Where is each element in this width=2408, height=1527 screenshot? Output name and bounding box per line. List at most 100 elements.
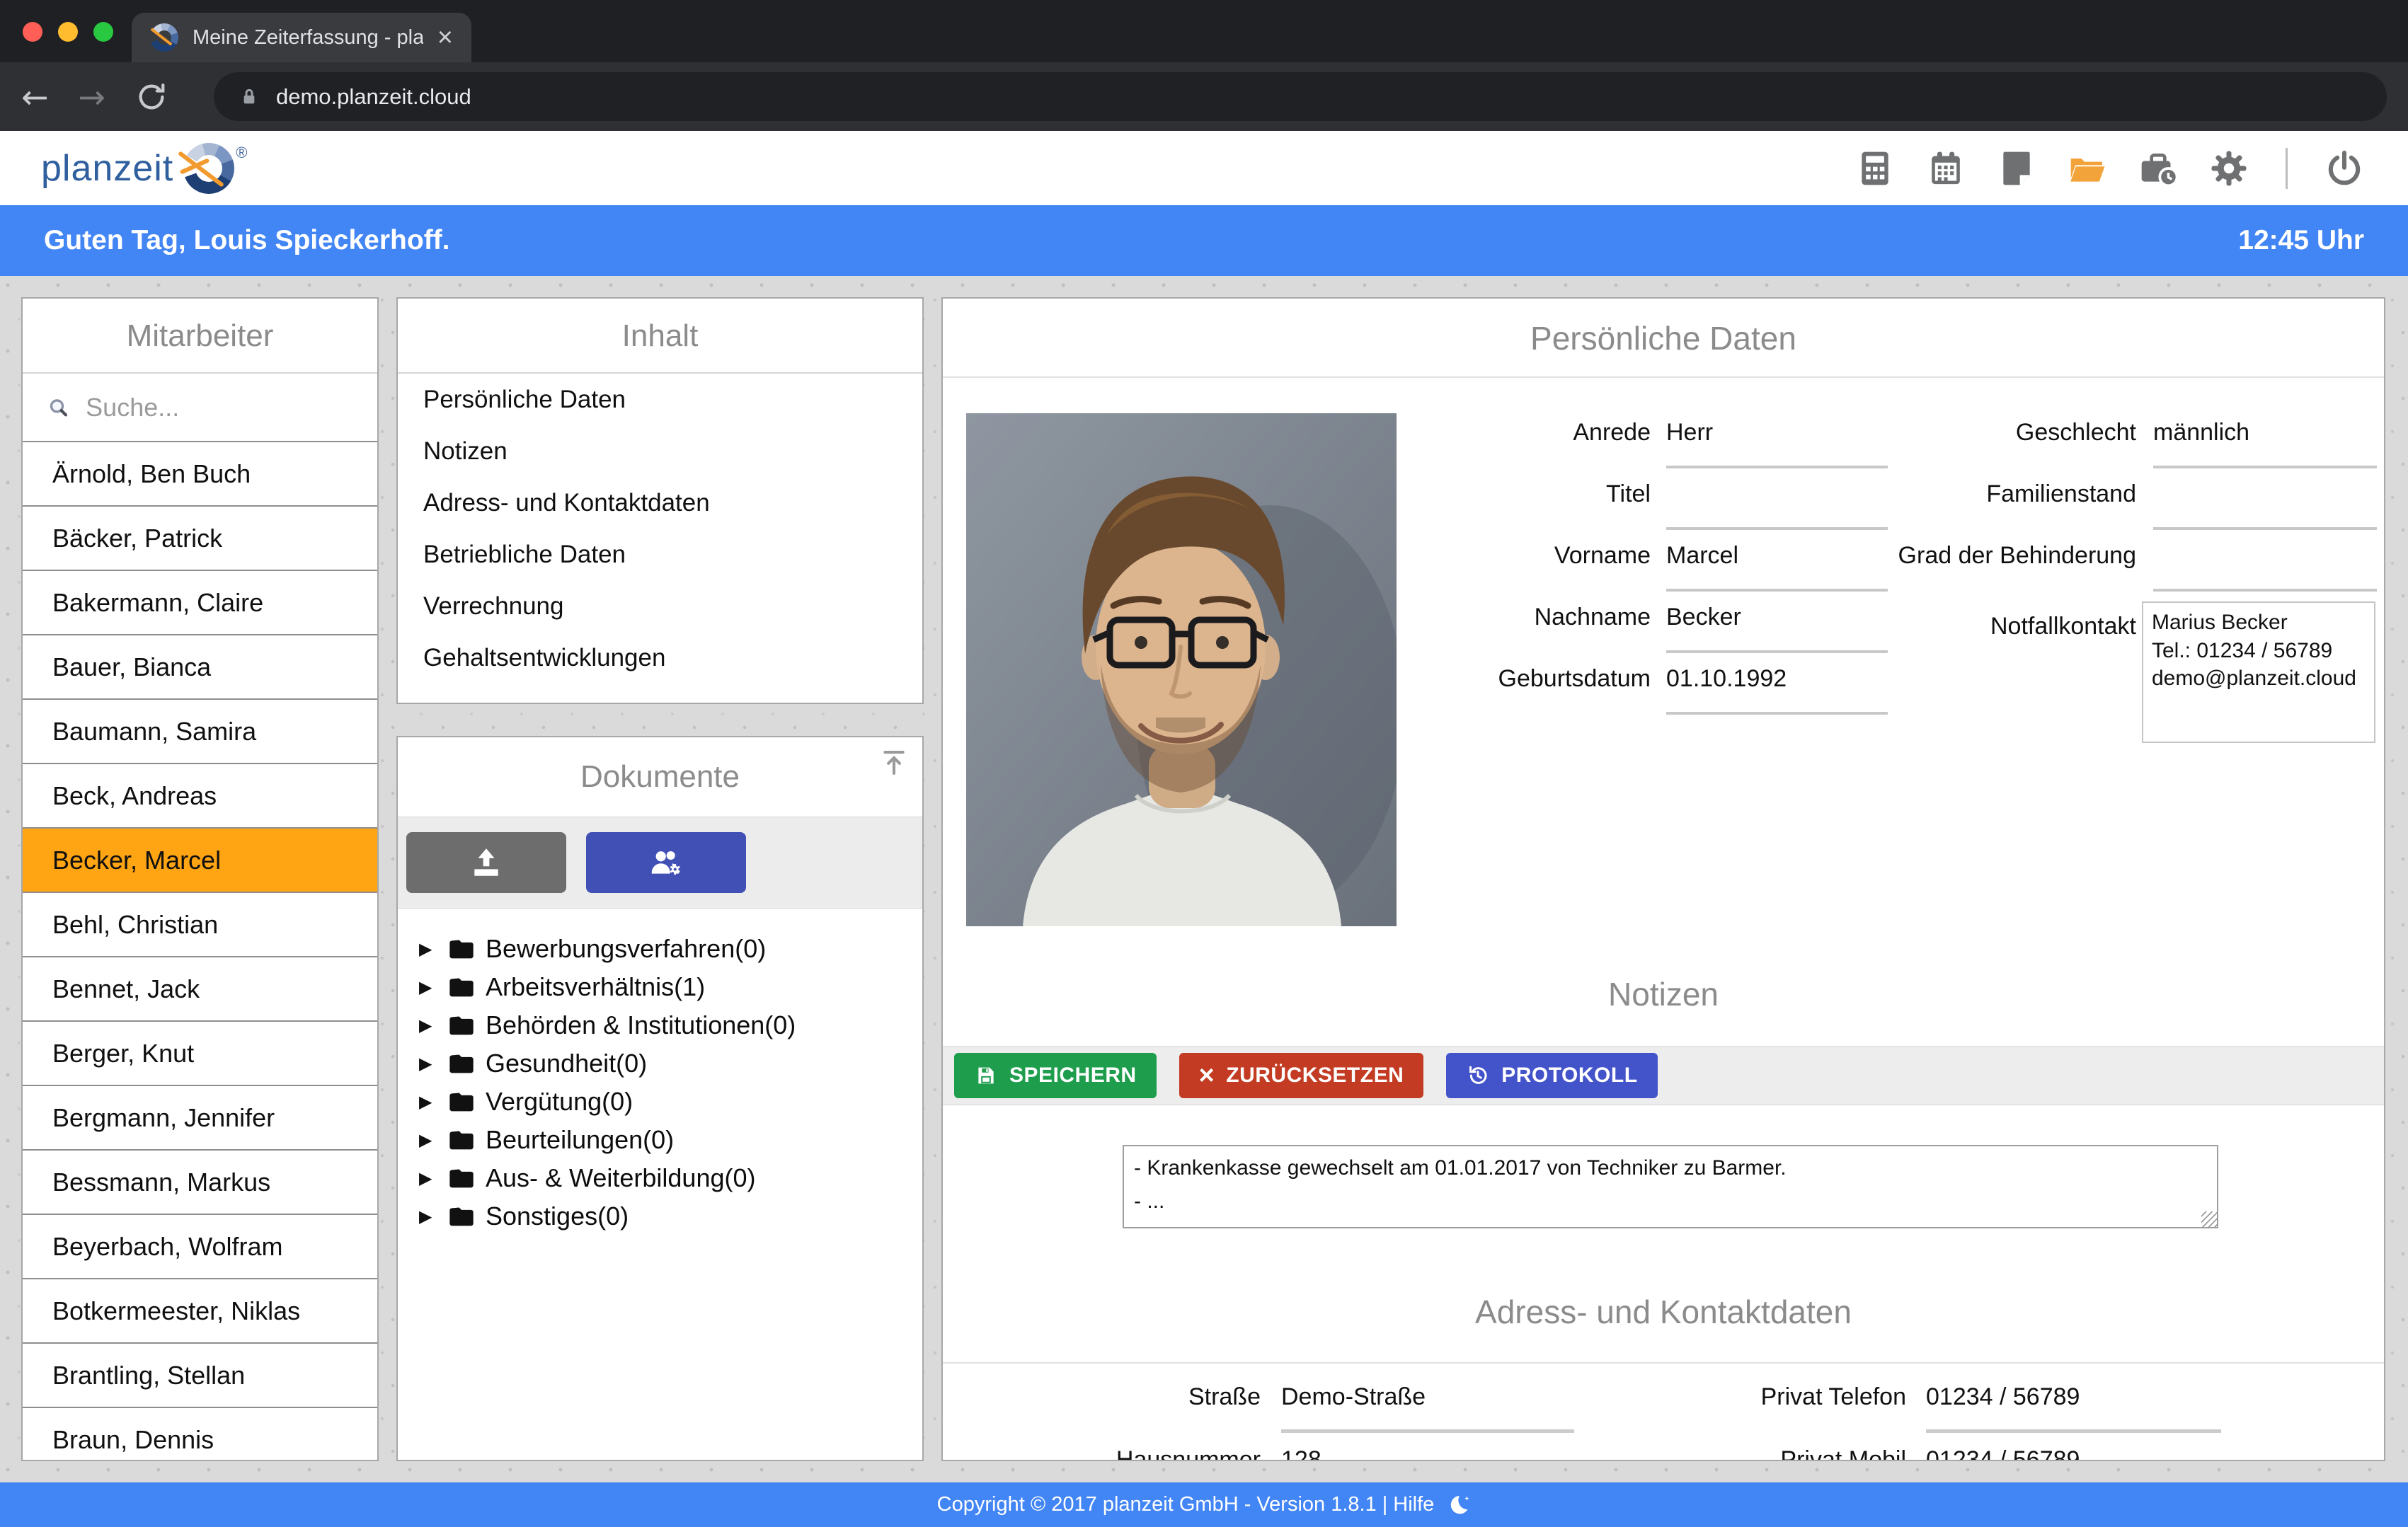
dark-mode-moon-icon[interactable] [1447, 1493, 1471, 1517]
folder-row-weiterbildung[interactable]: ▶ Aus- & Weiterbildung(0) [419, 1159, 922, 1197]
window-zoom-button[interactable] [93, 22, 113, 42]
help-link[interactable]: Hilfe [1393, 1493, 1434, 1516]
folder-row-verguetung[interactable]: ▶ Vergütung(0) [419, 1083, 922, 1121]
expand-arrow-icon[interactable]: ▶ [419, 1092, 437, 1112]
nav-item-gehaltsentwicklungen[interactable]: Gehaltsentwicklungen [398, 632, 922, 684]
calendar-icon[interactable] [1926, 149, 1966, 188]
settings-gear-icon[interactable] [2209, 149, 2249, 188]
employee-row[interactable]: Bennet, Jack [23, 957, 377, 1022]
documents-folder-icon[interactable] [2068, 149, 2107, 188]
notfallkontakt-label: Notfallkontakt [1712, 613, 2136, 640]
reload-icon[interactable] [135, 81, 168, 113]
employee-row[interactable]: Bäcker, Patrick [23, 507, 377, 571]
textarea-resize-grip[interactable] [2201, 1211, 2217, 1227]
notes-title: Notizen [943, 975, 2384, 1013]
expand-arrow-icon[interactable]: ▶ [419, 1130, 437, 1150]
expand-arrow-icon[interactable]: ▶ [419, 939, 437, 959]
employee-row[interactable]: Bessmann, Markus [23, 1151, 377, 1215]
documents-tree: ▶ Bewerbungsverfahren(0) ▶ Arbeitsverhäl… [398, 909, 922, 1235]
familienstand-label: Familienstand [1712, 480, 2136, 508]
window-controls[interactable] [23, 22, 113, 42]
window-minimize-button[interactable] [58, 22, 78, 42]
expand-arrow-icon[interactable]: ▶ [419, 1168, 437, 1188]
nav-item-notizen[interactable]: Notizen [398, 425, 922, 477]
employee-row[interactable]: Behl, Christian [23, 893, 377, 957]
employee-row[interactable]: Beyerbach, Wolfram [23, 1215, 377, 1279]
privat-telefon-label: Privat Telefon [1552, 1383, 1906, 1411]
workspace: Mitarbeiter Ärnold, Ben Buch Bäcker, Pat… [0, 276, 2408, 1482]
folder-icon [447, 973, 476, 1001]
window-close-button[interactable] [23, 22, 42, 42]
nav-item-betriebliche-daten[interactable]: Betriebliche Daten [398, 529, 922, 580]
address-bar[interactable]: demo.planzeit.cloud [214, 72, 2387, 121]
logo-clock-icon [183, 143, 234, 194]
app-toolbar: planzeit ® [0, 131, 2408, 205]
back-icon[interactable]: ← [21, 78, 49, 116]
expand-arrow-icon[interactable]: ▶ [419, 1054, 437, 1073]
expand-arrow-icon[interactable]: ▶ [419, 1206, 437, 1226]
manage-access-button[interactable] [586, 832, 746, 893]
folder-icon [447, 1164, 476, 1192]
employee-search[interactable] [23, 374, 377, 442]
employee-row[interactable]: Braun, Dennis [23, 1408, 377, 1461]
greeting-text: Guten Tag, Louis Spieckerhoff. [44, 225, 450, 256]
clock-text: 12:45 Uhr [2238, 225, 2364, 256]
expand-arrow-icon[interactable]: ▶ [419, 977, 437, 997]
employee-row[interactable]: Bauer, Bianca [23, 635, 377, 700]
nav-item-persoenliche-daten[interactable]: Persönliche Daten [398, 374, 922, 425]
forward-icon[interactable]: → [79, 78, 106, 116]
vorname-label: Vorname [1254, 542, 1651, 570]
geschlecht-label: Geschlecht [1712, 419, 2136, 446]
folder-row-beurteilungen[interactable]: ▶ Beurteilungen(0) [419, 1121, 922, 1159]
notes-textarea[interactable]: - Krankenkasse gewechselt am 01.01.2017 … [1123, 1145, 2218, 1228]
folder-icon [447, 1126, 476, 1154]
employee-row-selected[interactable]: Becker, Marcel [23, 829, 377, 893]
section-divider [943, 1362, 2384, 1364]
reset-button[interactable]: × ZURÜCKSETZEN [1179, 1053, 1424, 1098]
toolbar-separator [2286, 148, 2288, 189]
documents-panel: Dokumente [396, 736, 924, 1461]
nav-item-verrechnung[interactable]: Verrechnung [398, 580, 922, 632]
employee-row[interactable]: Berger, Knut [23, 1022, 377, 1086]
notes-action-bar: SPEICHERN × ZURÜCKSETZEN PROTOKOLL [943, 1046, 2384, 1105]
folder-row-bewerbungsverfahren[interactable]: ▶ Bewerbungsverfahren(0) [419, 930, 922, 968]
documents-title: Dokumente [398, 737, 922, 817]
employee-row[interactable]: Brantling, Stellan [23, 1344, 377, 1408]
detail-panel: Persönliche Daten [941, 297, 2385, 1461]
notes-icon[interactable] [1997, 149, 2036, 188]
x-icon: × [1199, 1062, 1215, 1089]
employee-row[interactable]: Bergmann, Jennifer [23, 1086, 377, 1151]
folder-icon [447, 1011, 476, 1039]
folder-row-sonstiges[interactable]: ▶ Sonstiges(0) [419, 1197, 922, 1235]
notfallkontakt-textarea[interactable]: Marius Becker Tel.: 01234 / 56789 demo@p… [2142, 601, 2375, 743]
nav-item-adress-kontaktdaten[interactable]: Adress- und Kontaktdaten [398, 477, 922, 529]
employee-row[interactable]: Botkermeester, Niklas [23, 1279, 377, 1344]
browser-tab[interactable]: Meine Zeiterfassung - planzeit × [132, 13, 471, 62]
logo-wordmark: planzeit [41, 147, 173, 190]
folder-row-gesundheit[interactable]: ▶ Gesundheit(0) [419, 1044, 922, 1083]
collapse-panel-icon[interactable] [878, 747, 910, 778]
titel-label: Titel [1254, 480, 1651, 508]
folder-icon [447, 1049, 476, 1078]
upload-button[interactable] [406, 832, 566, 893]
employee-row[interactable]: Baumann, Samira [23, 700, 377, 764]
browser-toolbar: ← → demo.planzeit.cloud [0, 62, 2408, 131]
employee-row[interactable]: Bakermann, Claire [23, 571, 377, 635]
tab-close-icon[interactable]: × [437, 24, 453, 51]
search-input[interactable] [86, 393, 353, 422]
worktime-clock-icon[interactable] [2138, 149, 2178, 188]
folder-row-behoerden[interactable]: ▶ Behörden & Institutionen(0) [419, 1006, 922, 1044]
lock-icon [238, 86, 260, 108]
documents-toolbar [398, 817, 922, 909]
logout-power-icon[interactable] [2324, 149, 2364, 188]
employee-row[interactable]: Ärnold, Ben Buch [23, 442, 377, 507]
history-icon [1466, 1064, 1490, 1088]
employee-row[interactable]: Beck, Andreas [23, 764, 377, 829]
privat-mobil-label: Privat Mobil [1552, 1446, 1906, 1461]
folder-row-arbeitsverhaeltnis[interactable]: ▶ Arbeitsverhältnis(1) [419, 968, 922, 1006]
strasse-label: Straße [943, 1383, 1261, 1411]
expand-arrow-icon[interactable]: ▶ [419, 1015, 437, 1035]
protocol-button[interactable]: PROTOKOLL [1446, 1053, 1657, 1098]
save-button[interactable]: SPEICHERN [954, 1053, 1157, 1098]
calculator-icon[interactable] [1855, 149, 1895, 188]
